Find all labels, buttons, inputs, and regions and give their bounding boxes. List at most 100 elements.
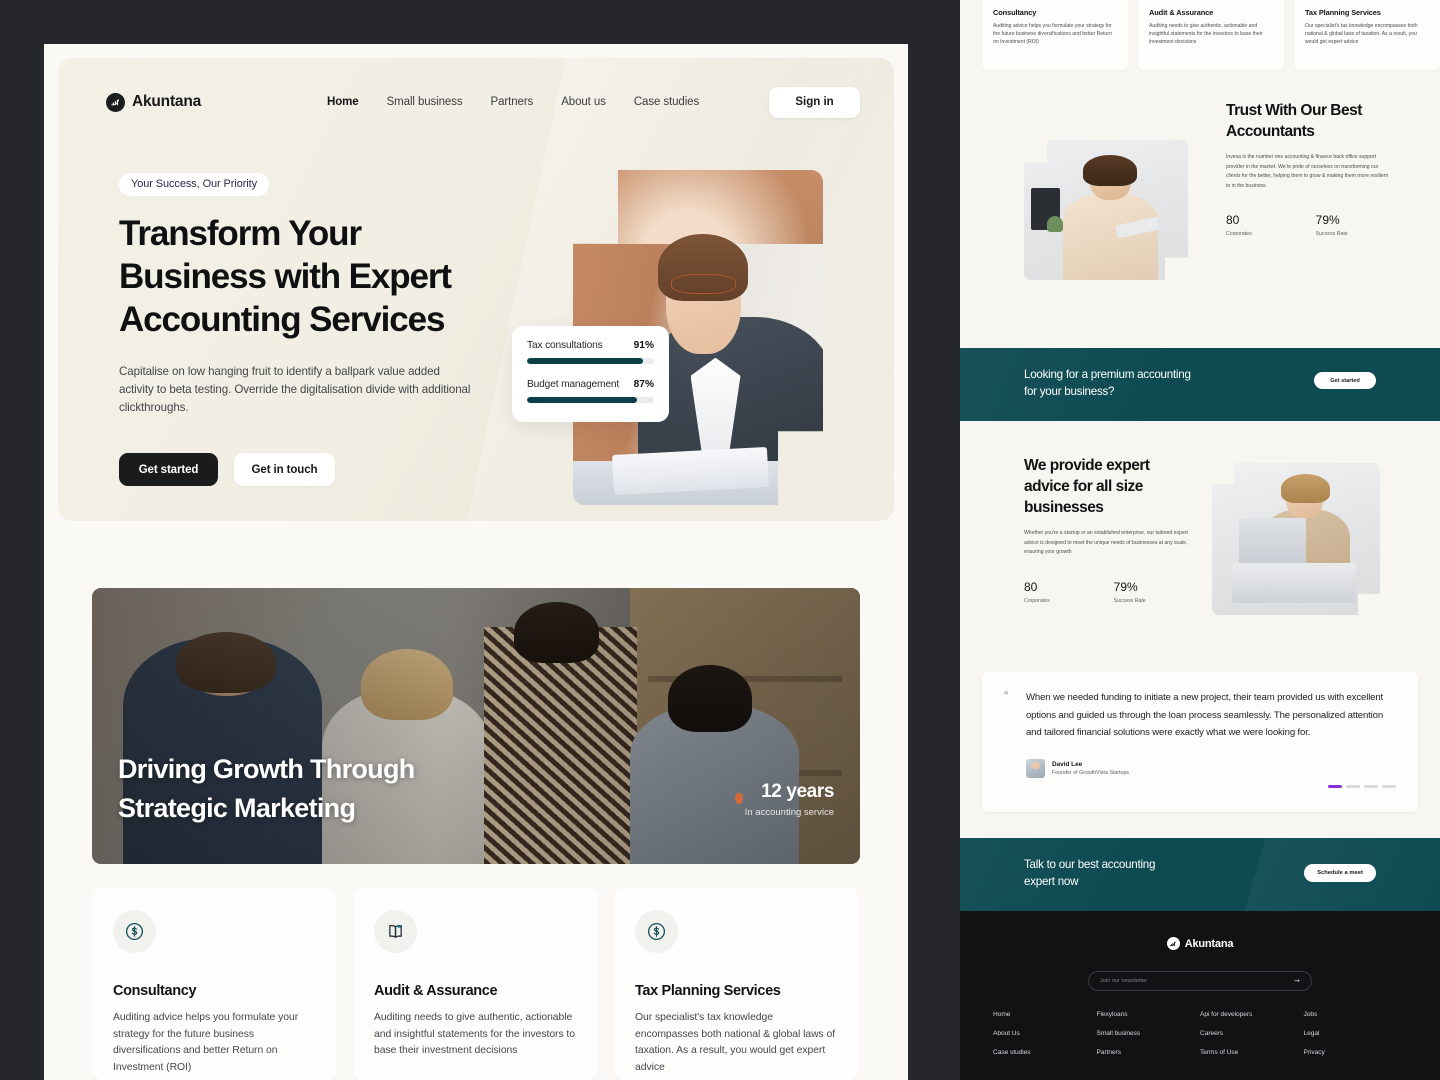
expert-advice-section: We provide expert advice for all size bu… (960, 421, 1440, 661)
footer-brand[interactable]: Akuntana (960, 937, 1440, 950)
testimonial-author-text: David Lee Founder of GrowthVista Startup… (1052, 761, 1129, 776)
nav-link-about-us[interactable]: About us (561, 96, 606, 108)
brand-name: Akuntana (132, 93, 202, 110)
carousel-pagination[interactable] (1328, 785, 1396, 788)
footer-link-partners[interactable]: Partners (1097, 1049, 1201, 1056)
nav-link-case-studies[interactable]: Case studies (634, 96, 699, 108)
site-footer: Akuntana ➞ Home About Us Case studies Fl… (960, 911, 1440, 1080)
hero-button-group: Get started Get in touch (119, 453, 519, 486)
arrow-right-icon[interactable]: ➞ (1294, 977, 1300, 985)
service-card-tax-planning[interactable]: Tax Planning Services Our specialist's t… (614, 888, 859, 1080)
service-card-title: Consultancy (993, 8, 1037, 17)
service-card-small-tax[interactable]: Tax Planning Services Our specialist's t… (1294, 0, 1440, 70)
sign-in-button[interactable]: Sign in (769, 86, 860, 118)
stat-row-tax-consultations: Tax consultations 91% (527, 340, 654, 351)
service-card-body: Our specialist's tax knowledge encompass… (1305, 23, 1418, 46)
service-card-body: Auditing advice helps you formulate your… (113, 1012, 299, 1073)
banner-title-line-1: Driving Growth Through (118, 754, 415, 784)
newsletter-input[interactable] (1100, 978, 1295, 984)
footer-link-case-studies[interactable]: Case studies (993, 1049, 1097, 1056)
expert-title-line-2: advice for all size (1024, 478, 1143, 495)
expert-photo-hair (1280, 473, 1330, 503)
footer-link-terms-of-use[interactable]: Terms of Use (1200, 1049, 1304, 1056)
trust-title-line-2: Accountants (1226, 123, 1315, 140)
get-started-button[interactable]: Get started (119, 453, 218, 486)
footer-column-2: Flexyloans Small business Partners (1097, 1011, 1201, 1068)
trust-text-block: Trust With Our Best Accountants Invesa i… (1226, 100, 1416, 237)
carousel-dot[interactable] (1346, 785, 1360, 788)
service-card-title: Audit & Assurance (1149, 8, 1214, 17)
cta-get-started-button[interactable]: Get started (1314, 372, 1376, 389)
chart-swoosh-icon (106, 92, 125, 112)
hero-title-line-3: Accounting Services (119, 300, 445, 339)
hero-title-line-2: Business with Expert (119, 257, 452, 296)
schedule-a-meet-button[interactable]: Schedule a meet (1304, 864, 1376, 882)
open-book-icon (374, 910, 417, 953)
footer-link-about-us[interactable]: About Us (993, 1030, 1097, 1037)
hero-section: Akuntana Home Small business Partners Ab… (58, 58, 894, 521)
top-navbar: Akuntana Home Small business Partners Ab… (106, 84, 860, 120)
trust-stat-corporates: 80 Corporates (1226, 213, 1252, 237)
trust-photo-plant (1046, 215, 1064, 233)
service-card-title: Consultancy (113, 983, 197, 999)
service-card-body: Auditing needs to give authentic, action… (374, 1012, 576, 1056)
stat-number: 79% (1113, 579, 1138, 594)
get-in-touch-button[interactable]: Get in touch (234, 453, 335, 486)
hero-photo-glasses (670, 273, 736, 294)
brand-logo[interactable]: Akuntana (106, 92, 202, 112)
nav-link-home[interactable]: Home (327, 96, 359, 108)
carousel-dot[interactable] (1382, 785, 1396, 788)
service-card-body: Auditing advice helps you formulate your… (993, 23, 1112, 46)
service-card-small-consultancy[interactable]: Consultancy Auditing advice helps you fo… (982, 0, 1128, 70)
chart-swoosh-icon (1166, 937, 1180, 950)
newsletter-field[interactable]: ➞ (1088, 971, 1312, 991)
footer-link-legal[interactable]: Legal (1304, 1030, 1408, 1037)
testimonial-card: “ When we needed funding to initiate a n… (982, 672, 1418, 812)
trust-title-line-1: Trust With Our Best (1226, 102, 1362, 119)
trust-photo-hair (1083, 155, 1138, 187)
cta-band2-line-1: Talk to our best accounting (1024, 858, 1156, 871)
stat-label: Corporates (1226, 231, 1252, 238)
trust-stats: 80 Corporates 79% Success Rate (1226, 213, 1416, 237)
nav-link-partners[interactable]: Partners (491, 96, 534, 108)
premium-cta-band: Looking for a premium accounting for you… (960, 348, 1440, 421)
trust-title: Trust With Our Best Accountants (1226, 100, 1416, 142)
growth-banner: Driving Growth Through Strategic Marketi… (92, 588, 860, 864)
expert-stats: 80 Corporates 79% Success Rate (1024, 580, 1184, 604)
hero-stats-card: Tax consultations 91% Budget management … (512, 326, 669, 422)
banner-title: Driving Growth Through Strategic Marketi… (118, 750, 518, 828)
expert-photo-screen (1238, 517, 1307, 570)
footer-column-1: Home About Us Case studies (993, 1011, 1097, 1068)
carousel-dot-active[interactable] (1328, 785, 1342, 788)
testimonial-author: David Lee Founder of GrowthVista Startup… (1026, 758, 1396, 778)
service-card-small-audit[interactable]: Audit & Assurance Auditing needs to give… (1138, 0, 1284, 70)
service-card-audit-assurance[interactable]: Audit & Assurance Auditing needs to give… (353, 888, 598, 1080)
expert-stat-corporates: 80 Corporates (1024, 580, 1050, 604)
nav-links: Home Small business Partners About us Ca… (327, 96, 699, 108)
footer-link-privacy[interactable]: Privacy (1304, 1049, 1408, 1056)
dollar-circle-icon (635, 910, 678, 953)
footer-link-home[interactable]: Home (993, 1011, 1097, 1018)
trust-stat-success-rate: 79% Success Rate (1316, 213, 1348, 237)
service-cards-small: Consultancy Auditing advice helps you fo… (982, 0, 1440, 70)
stat-progress-track (527, 397, 654, 403)
carousel-dot[interactable] (1364, 785, 1378, 788)
footer-brand-name: Akuntana (1184, 937, 1234, 950)
banner-years-label: In accounting service (744, 807, 834, 818)
footer-link-jobs[interactable]: Jobs (1304, 1011, 1408, 1018)
footer-link-flexyloans[interactable]: Flexyloans (1097, 1011, 1201, 1018)
schedule-cta-band: Talk to our best accounting expert now S… (960, 838, 1440, 911)
footer-link-api-for-developers[interactable]: Api for developers (1200, 1011, 1304, 1018)
stat-number: 80 (1226, 213, 1240, 228)
stat-progress-fill (527, 397, 638, 403)
service-card-consultancy[interactable]: Consultancy Auditing advice helps you fo… (92, 888, 337, 1080)
footer-link-careers[interactable]: Careers (1200, 1030, 1304, 1037)
banner-years-block: 12 years In accounting service (744, 781, 835, 818)
stat-label: Corporates (1024, 597, 1050, 604)
footer-link-small-business[interactable]: Small business (1097, 1030, 1201, 1037)
banner-title-line-2: Strategic Marketing (118, 793, 356, 823)
nav-link-small-business[interactable]: Small business (387, 96, 463, 108)
service-card-body: Our specialist's tax knowledge encompass… (635, 1012, 836, 1073)
testimonial-author-role: Founder of GrowthVista Startups (1052, 769, 1130, 776)
